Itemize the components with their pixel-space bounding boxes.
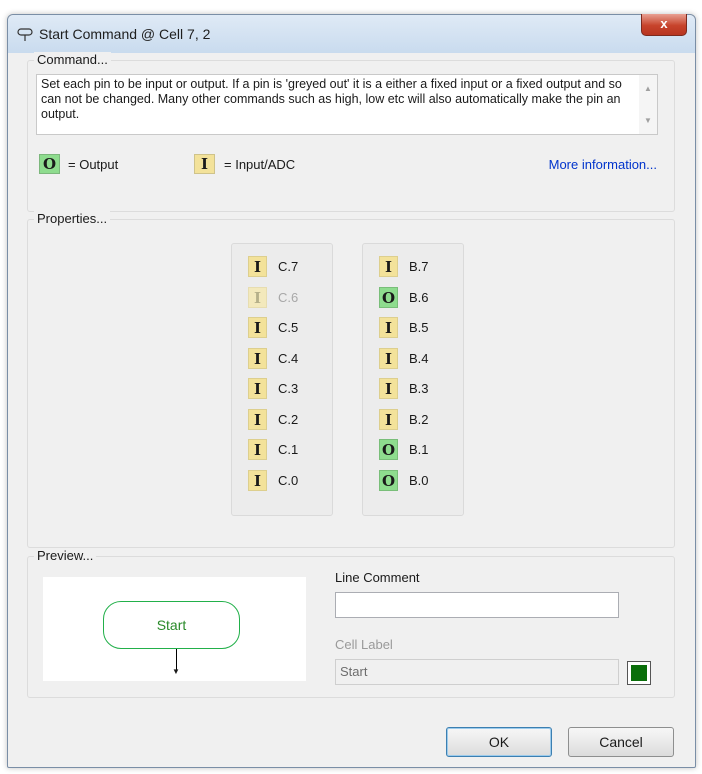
command-description-box[interactable]: Set each pin to be input or output. If a… [36, 74, 658, 135]
pin-label: B.4 [409, 350, 429, 366]
pin-label: C.4 [278, 350, 299, 366]
pin-label: C.0 [278, 472, 299, 488]
properties-group-label: Properties... [34, 211, 111, 226]
input-legend-text: = Input/ADC [224, 157, 296, 172]
scroll-up-icon[interactable]: ▲ [644, 81, 652, 96]
pin-label: C.5 [278, 320, 299, 335]
flowchart-preview: Start ▼ [43, 577, 306, 681]
cell-label-input: Start [335, 659, 619, 685]
pin-mode-toggle[interactable]: O [379, 439, 398, 460]
pin-label: C.2 [278, 411, 299, 427]
pin-label: B.7 [409, 259, 429, 274]
ok-button[interactable]: OK [446, 727, 552, 757]
cell-color-fill [631, 665, 647, 681]
scroll-down-icon[interactable]: ▼ [644, 113, 652, 128]
line-comment-label: Line Comment [335, 570, 420, 585]
pin-label: C.6 [278, 289, 299, 305]
pin-mode-toggle[interactable]: O [379, 469, 398, 491]
title-bar[interactable]: Start Command @ Cell 7, 2 x [8, 14, 695, 53]
window-title: Start Command @ Cell 7, 2 [39, 26, 211, 42]
pin-mode-toggle: I [248, 286, 267, 308]
pin-label: B.2 [409, 411, 429, 427]
cell-label-label: Cell Label [335, 637, 393, 652]
pin-mode-toggle[interactable]: I [248, 378, 267, 399]
arrow-down-icon: ▼ [172, 667, 180, 676]
output-legend-swatch: O [39, 154, 60, 174]
pin-mode-toggle[interactable]: I [248, 347, 267, 369]
pin-mode-toggle[interactable]: I [248, 439, 267, 460]
pin-mode-toggle[interactable]: I [248, 469, 267, 491]
properties-group: Properties... I C.7 I C.6 I C.5 I C.4 I C.3 I C.2 I C… [27, 211, 675, 548]
line-comment-input[interactable] [335, 592, 619, 618]
pin-mode-toggle[interactable]: I [379, 347, 398, 369]
pin-label: B.1 [409, 442, 429, 457]
dialog-window: Start Command @ Cell 7, 2 x Command... S… [7, 14, 696, 768]
pin-label: B.5 [409, 320, 429, 335]
preview-group: Preview... Start ▼ Line Comment Cell Lab… [27, 548, 675, 698]
start-node: Start [103, 601, 240, 649]
pin-label: B.3 [409, 381, 429, 396]
pin-mode-toggle[interactable]: I [379, 256, 398, 277]
pin-label: B.0 [409, 472, 429, 488]
pin-mode-toggle[interactable]: I [379, 378, 398, 399]
preview-group-label: Preview... [34, 548, 97, 563]
input-legend-swatch: I [194, 154, 215, 174]
start-shape-icon [17, 28, 33, 41]
pin-mode-toggle[interactable]: I [379, 408, 398, 430]
cancel-button[interactable]: Cancel [568, 727, 674, 757]
pin-label: C.7 [278, 259, 299, 274]
close-icon: x [660, 16, 668, 31]
more-information-link[interactable]: More information... [549, 157, 657, 172]
pin-mode-toggle[interactable]: I [379, 317, 398, 338]
pin-label: C.1 [278, 442, 299, 457]
port-c-panel: I C.7 I C.6 I C.5 I C.4 I C.3 I C.2 I C.1 I C.0 [231, 243, 333, 516]
description-scrollbar[interactable]: ▲ ▼ [639, 75, 657, 134]
command-group-label: Command... [34, 52, 111, 67]
cell-color-button[interactable] [627, 661, 651, 685]
command-group: Command... Set each pin to be input or o… [27, 52, 675, 212]
pin-label: C.3 [278, 381, 299, 396]
pin-label: B.6 [409, 289, 429, 305]
pin-mode-toggle[interactable]: I [248, 256, 267, 277]
pin-mode-toggle[interactable]: O [379, 286, 398, 308]
command-description-text: Set each pin to be input or output. If a… [41, 77, 622, 121]
pin-mode-toggle[interactable]: I [248, 317, 267, 338]
output-legend-text: = Output [68, 157, 119, 172]
pin-mode-toggle[interactable]: I [248, 408, 267, 430]
port-b-panel: I B.7 O B.6 I B.5 I B.4 I B.3 I B.2 O B.1 O B.0 [362, 243, 464, 516]
close-button[interactable]: x [641, 14, 687, 36]
